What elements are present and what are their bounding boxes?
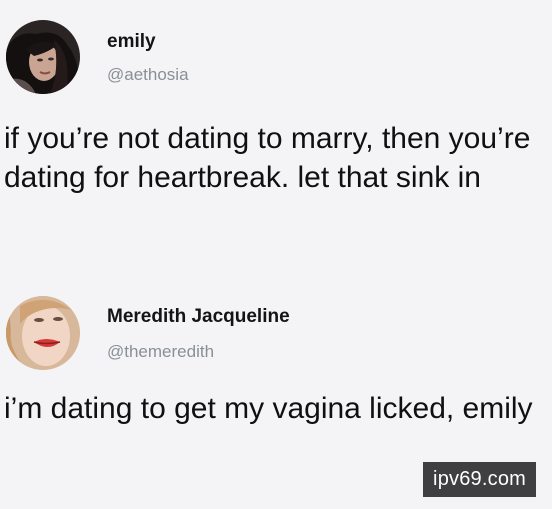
display-name[interactable]: emily xyxy=(107,31,156,53)
avatar[interactable] xyxy=(6,296,80,370)
tweet-text: if you’re not dating to marry, then you’… xyxy=(4,122,531,194)
handle[interactable]: @aethosia xyxy=(107,65,189,85)
avatar-photo xyxy=(6,20,80,94)
watermark: ipv69.com xyxy=(423,462,536,497)
avatar[interactable] xyxy=(6,20,80,94)
handle[interactable]: @themeredith xyxy=(107,342,214,362)
avatar-photo xyxy=(6,296,80,370)
display-name[interactable]: Meredith Jacqueline xyxy=(107,306,290,328)
tweet-text: i’m dating to get my vagina licked, emil… xyxy=(4,392,533,425)
